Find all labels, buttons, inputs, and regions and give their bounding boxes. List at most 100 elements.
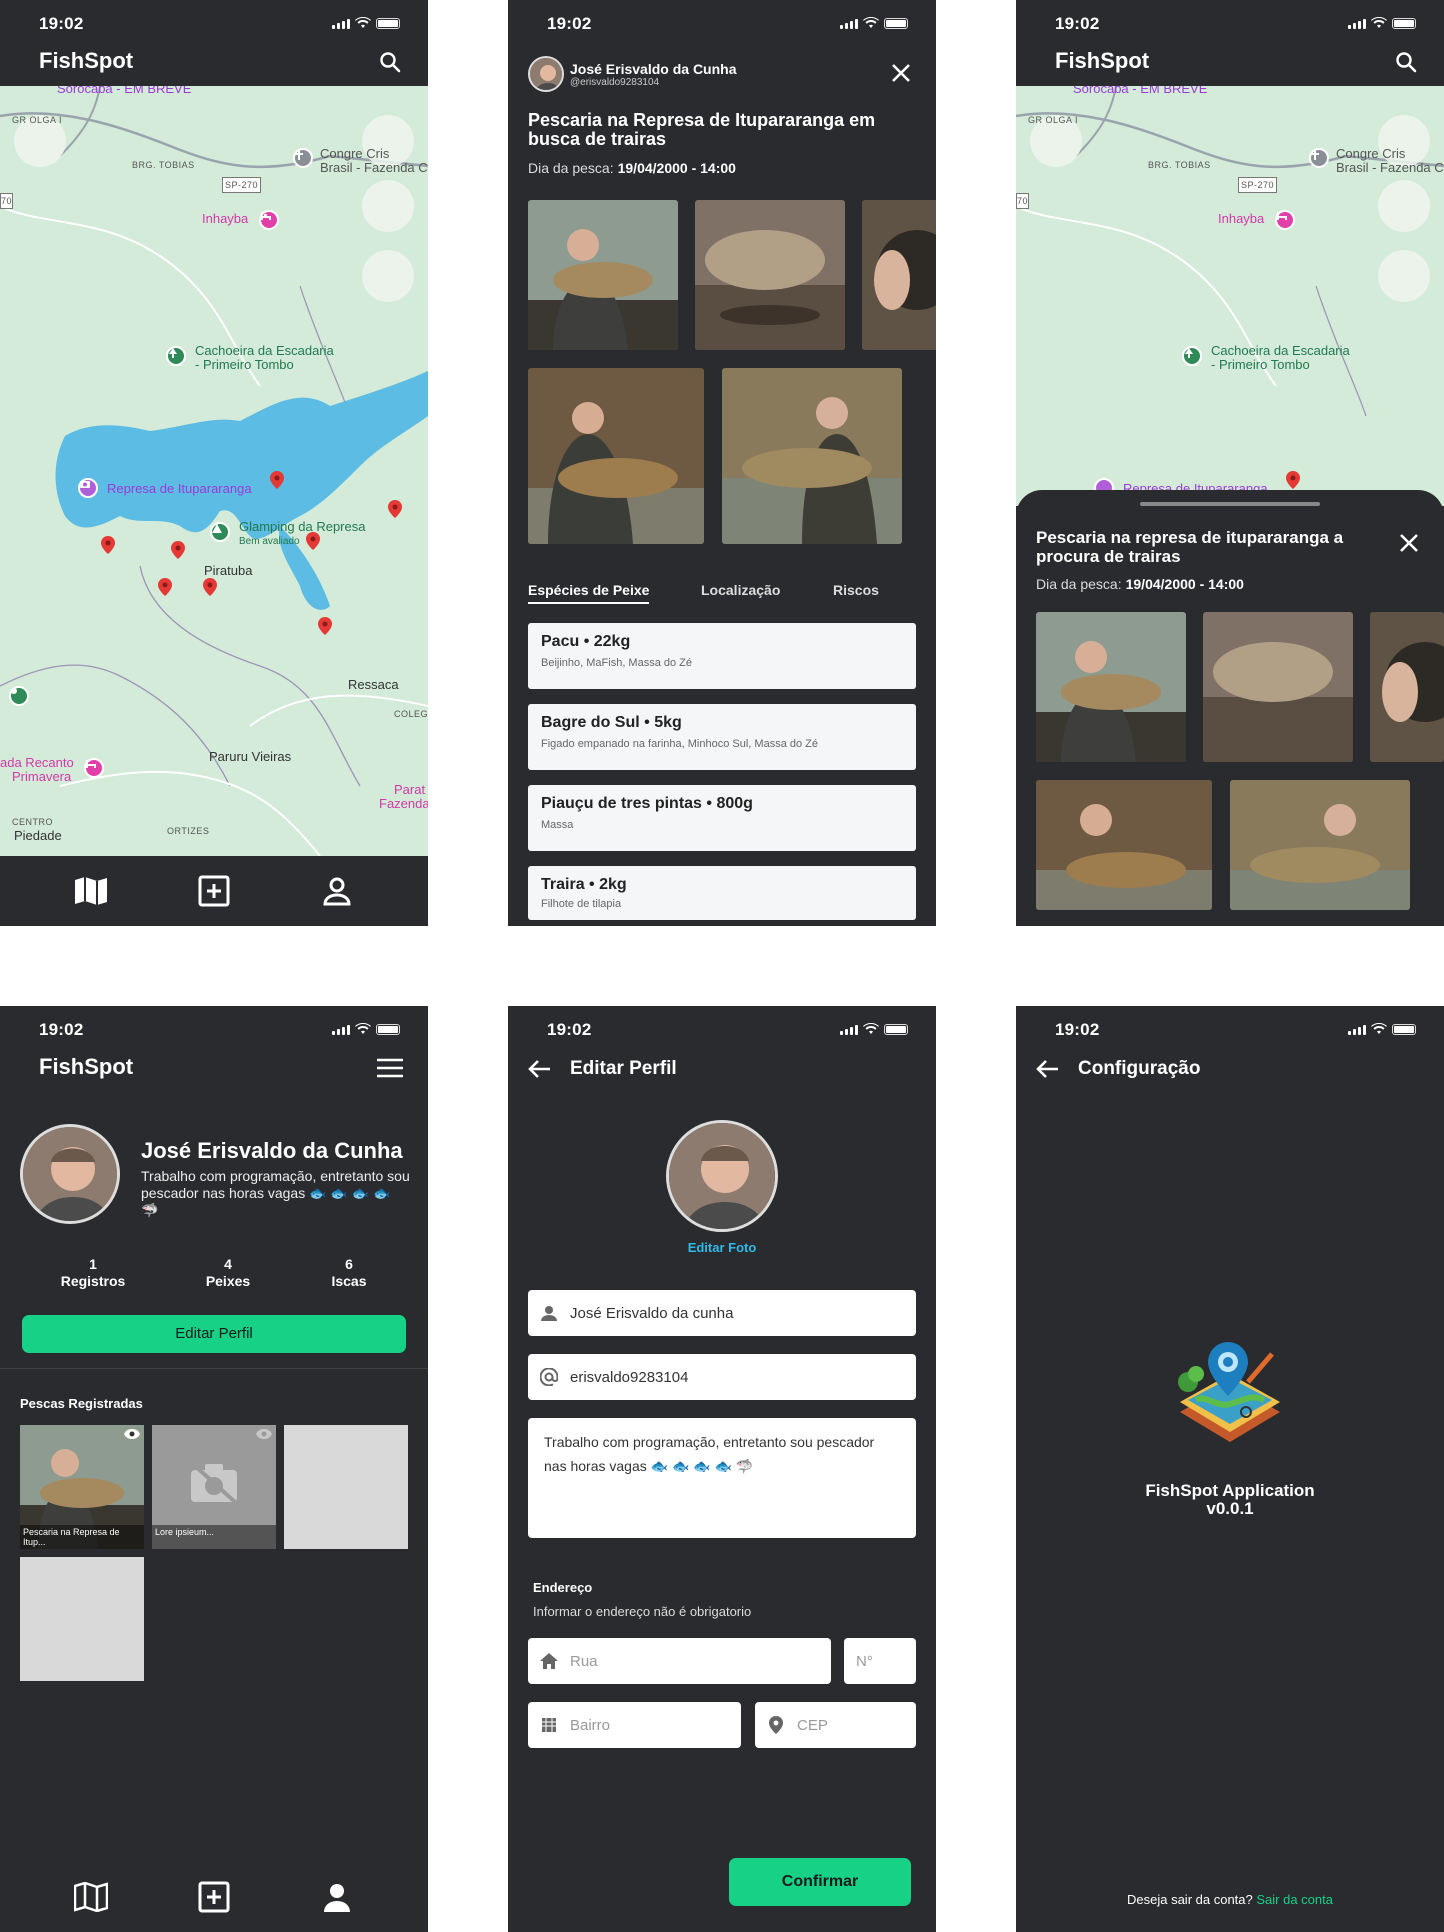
edit-photo-link[interactable]: Editar Foto xyxy=(508,1240,936,1255)
status-indicators xyxy=(1348,17,1416,29)
avatar xyxy=(20,1124,120,1224)
status-bar: 19:02 xyxy=(508,0,936,46)
map-label-70: 70 xyxy=(1016,193,1030,209)
eye-icon[interactable] xyxy=(256,1429,272,1439)
post-author[interactable]: José Erisvaldo da Cunha @erisvaldo928310… xyxy=(528,56,737,92)
fishing-pin-icon[interactable] xyxy=(203,578,217,596)
status-time: 19:02 xyxy=(547,14,592,33)
eye-icon[interactable] xyxy=(124,1429,140,1439)
search-button[interactable] xyxy=(1390,46,1422,78)
cep-field[interactable]: CEP xyxy=(755,1702,916,1748)
fishing-pin-icon[interactable] xyxy=(158,578,172,596)
page-title: Editar Perfil xyxy=(570,1058,677,1079)
menu-button[interactable] xyxy=(374,1052,406,1084)
fishing-pin-icon[interactable] xyxy=(101,536,115,554)
back-arrow-icon[interactable] xyxy=(1036,1059,1060,1079)
fish-photo[interactable] xyxy=(1036,780,1212,910)
stat-registros: 1 Registros xyxy=(58,1256,128,1290)
search-button[interactable] xyxy=(374,46,406,78)
fish-photo[interactable] xyxy=(1370,612,1444,762)
district-field[interactable]: Bairro xyxy=(528,1702,741,1748)
nav-map-tab[interactable] xyxy=(71,1877,111,1917)
church-poi-icon[interactable] xyxy=(293,148,313,168)
stat-label: Registros xyxy=(60,1273,126,1289)
thumb-caption: Lore ipsieum... xyxy=(152,1525,276,1549)
bio-field[interactable]: Trabalho com programação, entretanto sou… xyxy=(528,1418,916,1538)
species-name: Piauçu de tres pintas xyxy=(541,795,702,812)
app-bar: FishSpot xyxy=(0,46,428,86)
fish-photo[interactable] xyxy=(528,368,704,544)
fishing-thumb[interactable]: Pescaria na Represa de Itup... xyxy=(20,1425,144,1549)
fish-photo[interactable] xyxy=(722,368,902,544)
username-field[interactable]: erisvaldo9283104 xyxy=(528,1354,916,1400)
map-label-ortizes: ORTIZES xyxy=(167,826,210,836)
status-time: 19:02 xyxy=(1055,14,1100,33)
fishing-pin-icon[interactable] xyxy=(388,500,402,518)
camera-poi-icon[interactable] xyxy=(78,478,98,498)
sheet-drag-handle[interactable] xyxy=(1140,502,1320,506)
back-arrow-icon[interactable] xyxy=(528,1059,552,1079)
fish-photo[interactable] xyxy=(1036,612,1186,762)
camping-poi-icon[interactable] xyxy=(210,522,230,542)
close-button[interactable] xyxy=(1394,528,1424,558)
fish-photo[interactable] xyxy=(862,200,936,350)
map-view[interactable]: Sorocaba - EM BREVE GR OLGA I BRG. TOBIA… xyxy=(1016,86,1444,506)
person-icon xyxy=(323,877,351,906)
hotel-poi-icon-2[interactable] xyxy=(84,758,104,778)
map-label-sorocaba: Sorocaba - EM BREVE xyxy=(57,86,192,96)
church-poi-icon[interactable] xyxy=(1309,148,1329,168)
wifi-icon xyxy=(355,17,371,28)
number-field[interactable]: N° xyxy=(844,1638,916,1684)
tab-species[interactable]: Espécies de Peixe xyxy=(528,582,650,604)
map-label-brg-tobias: BRG. TOBIAS xyxy=(132,160,195,170)
map-view[interactable]: Sorocaba - EM BREVE GR OLGA I BRG. TOBIA… xyxy=(0,86,428,856)
fishing-pin-icon[interactable] xyxy=(318,617,332,635)
map-label-congresso: Congre Cris xyxy=(1336,146,1406,161)
post-bottom-sheet[interactable]: Pescaria na represa de itupararanga a pr… xyxy=(1016,490,1444,926)
location-poi-icon[interactable] xyxy=(9,686,29,706)
fishing-pin-icon[interactable] xyxy=(270,471,284,489)
fishing-pin-icon[interactable] xyxy=(306,532,320,550)
nav-profile-tab[interactable] xyxy=(317,1877,357,1917)
confirm-button[interactable]: Confirmar xyxy=(729,1858,911,1906)
fishing-pin-icon[interactable] xyxy=(1286,471,1300,489)
map-label-inhayba: Inhayba xyxy=(1218,211,1265,226)
fishing-thumb[interactable]: Lore ipsieum... xyxy=(152,1425,276,1549)
map-label-sp270: SP-270 xyxy=(1238,177,1278,193)
nav-add-tab[interactable] xyxy=(194,1877,234,1917)
fishing-pin-icon[interactable] xyxy=(171,541,185,559)
avatar[interactable] xyxy=(666,1120,778,1232)
bottom-nav xyxy=(0,856,428,926)
close-button[interactable] xyxy=(886,58,916,88)
fish-photo[interactable] xyxy=(1230,780,1410,910)
edit-profile-screen: 19:02 Editar Perfil Editar Foto José Eri… xyxy=(508,1006,936,1932)
map-label-grg-olga: GR OLGA I xyxy=(12,115,63,125)
nav-map-tab[interactable] xyxy=(71,871,111,911)
species-baits: Beijinho, MaFish, Massa do Zé xyxy=(541,657,693,669)
nav-profile-tab[interactable] xyxy=(317,871,357,911)
park-poi-icon[interactable] xyxy=(1182,346,1202,366)
park-poi-icon[interactable] xyxy=(166,346,186,366)
battery-icon xyxy=(884,17,908,29)
tab-risks[interactable]: Riscos xyxy=(833,582,879,598)
species-card[interactable]: Pacu • 22kg Beijinho, MaFish, Massa do Zé xyxy=(528,623,916,689)
species-card[interactable]: Piauçu de tres pintas • 800g Massa xyxy=(528,785,916,851)
edit-profile-button[interactable]: Editar Perfil xyxy=(22,1315,406,1353)
hotel-poi-icon[interactable] xyxy=(259,210,279,230)
fish-photo[interactable] xyxy=(528,200,678,350)
species-card[interactable]: Traira • 2kg Filhote de tilapia xyxy=(528,866,916,920)
fish-photo[interactable] xyxy=(695,200,845,350)
species-baits: Filhote de tilapia xyxy=(541,898,622,910)
map-label-cachoeira: Cachoeira da Escadaria xyxy=(1211,343,1350,358)
hotel-poi-icon[interactable] xyxy=(1275,210,1295,230)
fish-photo[interactable] xyxy=(1203,612,1353,762)
logout-link[interactable]: Sair da conta xyxy=(1256,1892,1333,1907)
street-field[interactable]: Rua xyxy=(528,1638,831,1684)
name-field[interactable]: José Erisvaldo da cunha xyxy=(528,1290,916,1336)
nav-add-tab[interactable] xyxy=(194,871,234,911)
map-label-glamping: Glamping da Represa xyxy=(239,519,366,534)
species-card[interactable]: Bagre do Sul • 5kg Figado empanado na far… xyxy=(528,704,916,770)
map-label-ressaca: Ressaca xyxy=(348,677,399,692)
person-icon xyxy=(540,1304,558,1322)
tab-location[interactable]: Localização xyxy=(701,582,780,598)
